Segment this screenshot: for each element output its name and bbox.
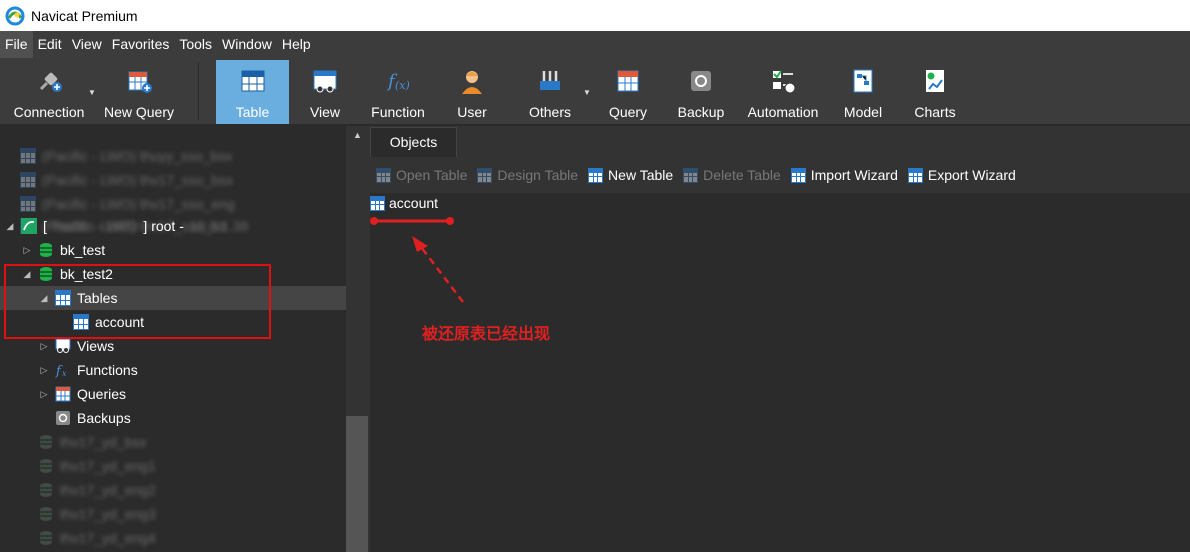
dashed-arrow-line xyxy=(420,246,464,303)
underline-dot xyxy=(370,217,378,225)
annotation-text: 被还原表已经出现 xyxy=(422,324,551,343)
annotation-arrow xyxy=(370,217,464,303)
underline-dot xyxy=(446,217,454,225)
arrowhead xyxy=(412,236,428,252)
